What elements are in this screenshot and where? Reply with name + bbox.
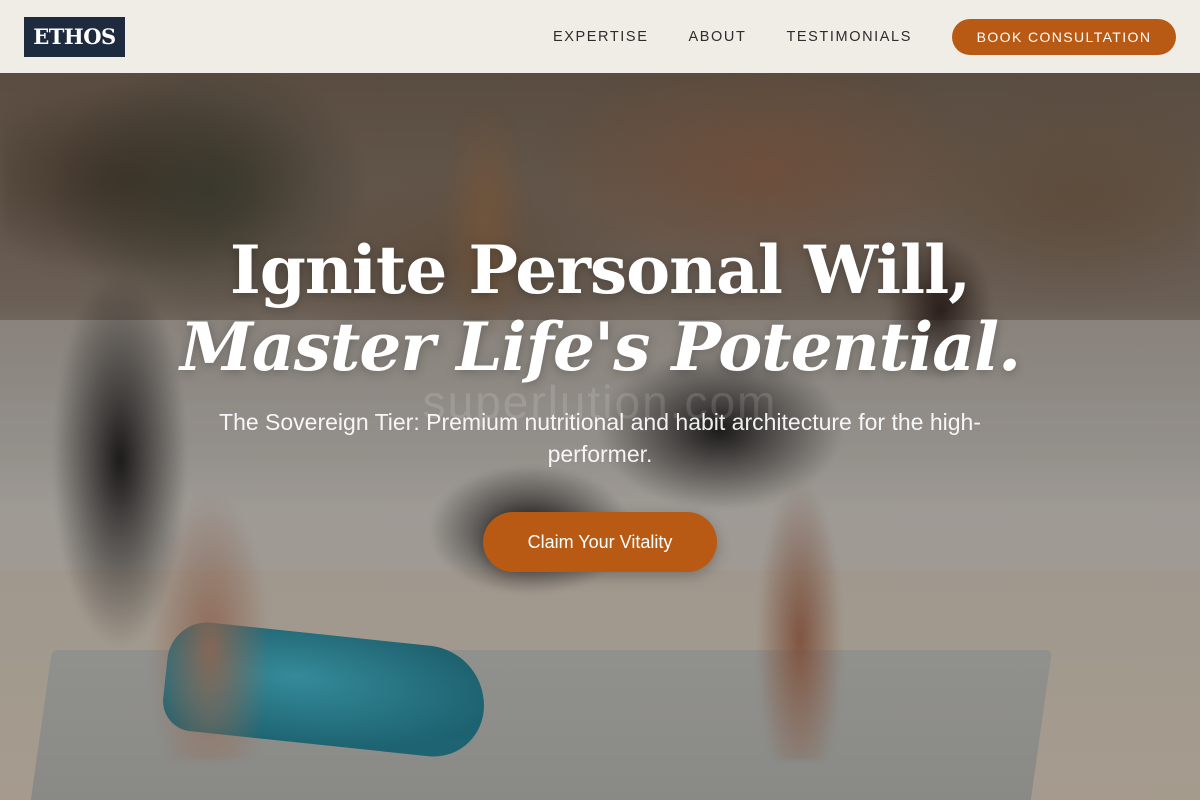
main-nav: EXPERTISE ABOUT TESTIMONIALS BOOK CONSUL… (553, 18, 1176, 55)
hero-section: superlution.com ETHOS EXPERTISE ABOUT TE… (0, 0, 1200, 800)
nav-link-about[interactable]: ABOUT (688, 29, 746, 45)
headline-line-1: Ignite Personal Will, (229, 231, 971, 309)
hero-subtitle: The Sovereign Tier: Premium nutritional … (219, 409, 981, 467)
headline-line-2: Master Life's Potential. (179, 308, 1021, 386)
hero-copy: Ignite Personal Will, Master Life's Pote… (0, 230, 1200, 572)
book-consultation-button[interactable]: BOOK CONSULTATION (952, 18, 1176, 55)
nav-link-expertise[interactable]: EXPERTISE (553, 29, 649, 45)
top-navbar: ETHOS EXPERTISE ABOUT TESTIMONIALS BOOK … (0, 0, 1200, 73)
brand-logo[interactable]: ETHOS (24, 16, 125, 57)
nav-link-testimonials[interactable]: TESTIMONIALS (786, 29, 912, 45)
claim-vitality-button[interactable]: Claim Your Vitality (483, 512, 717, 572)
